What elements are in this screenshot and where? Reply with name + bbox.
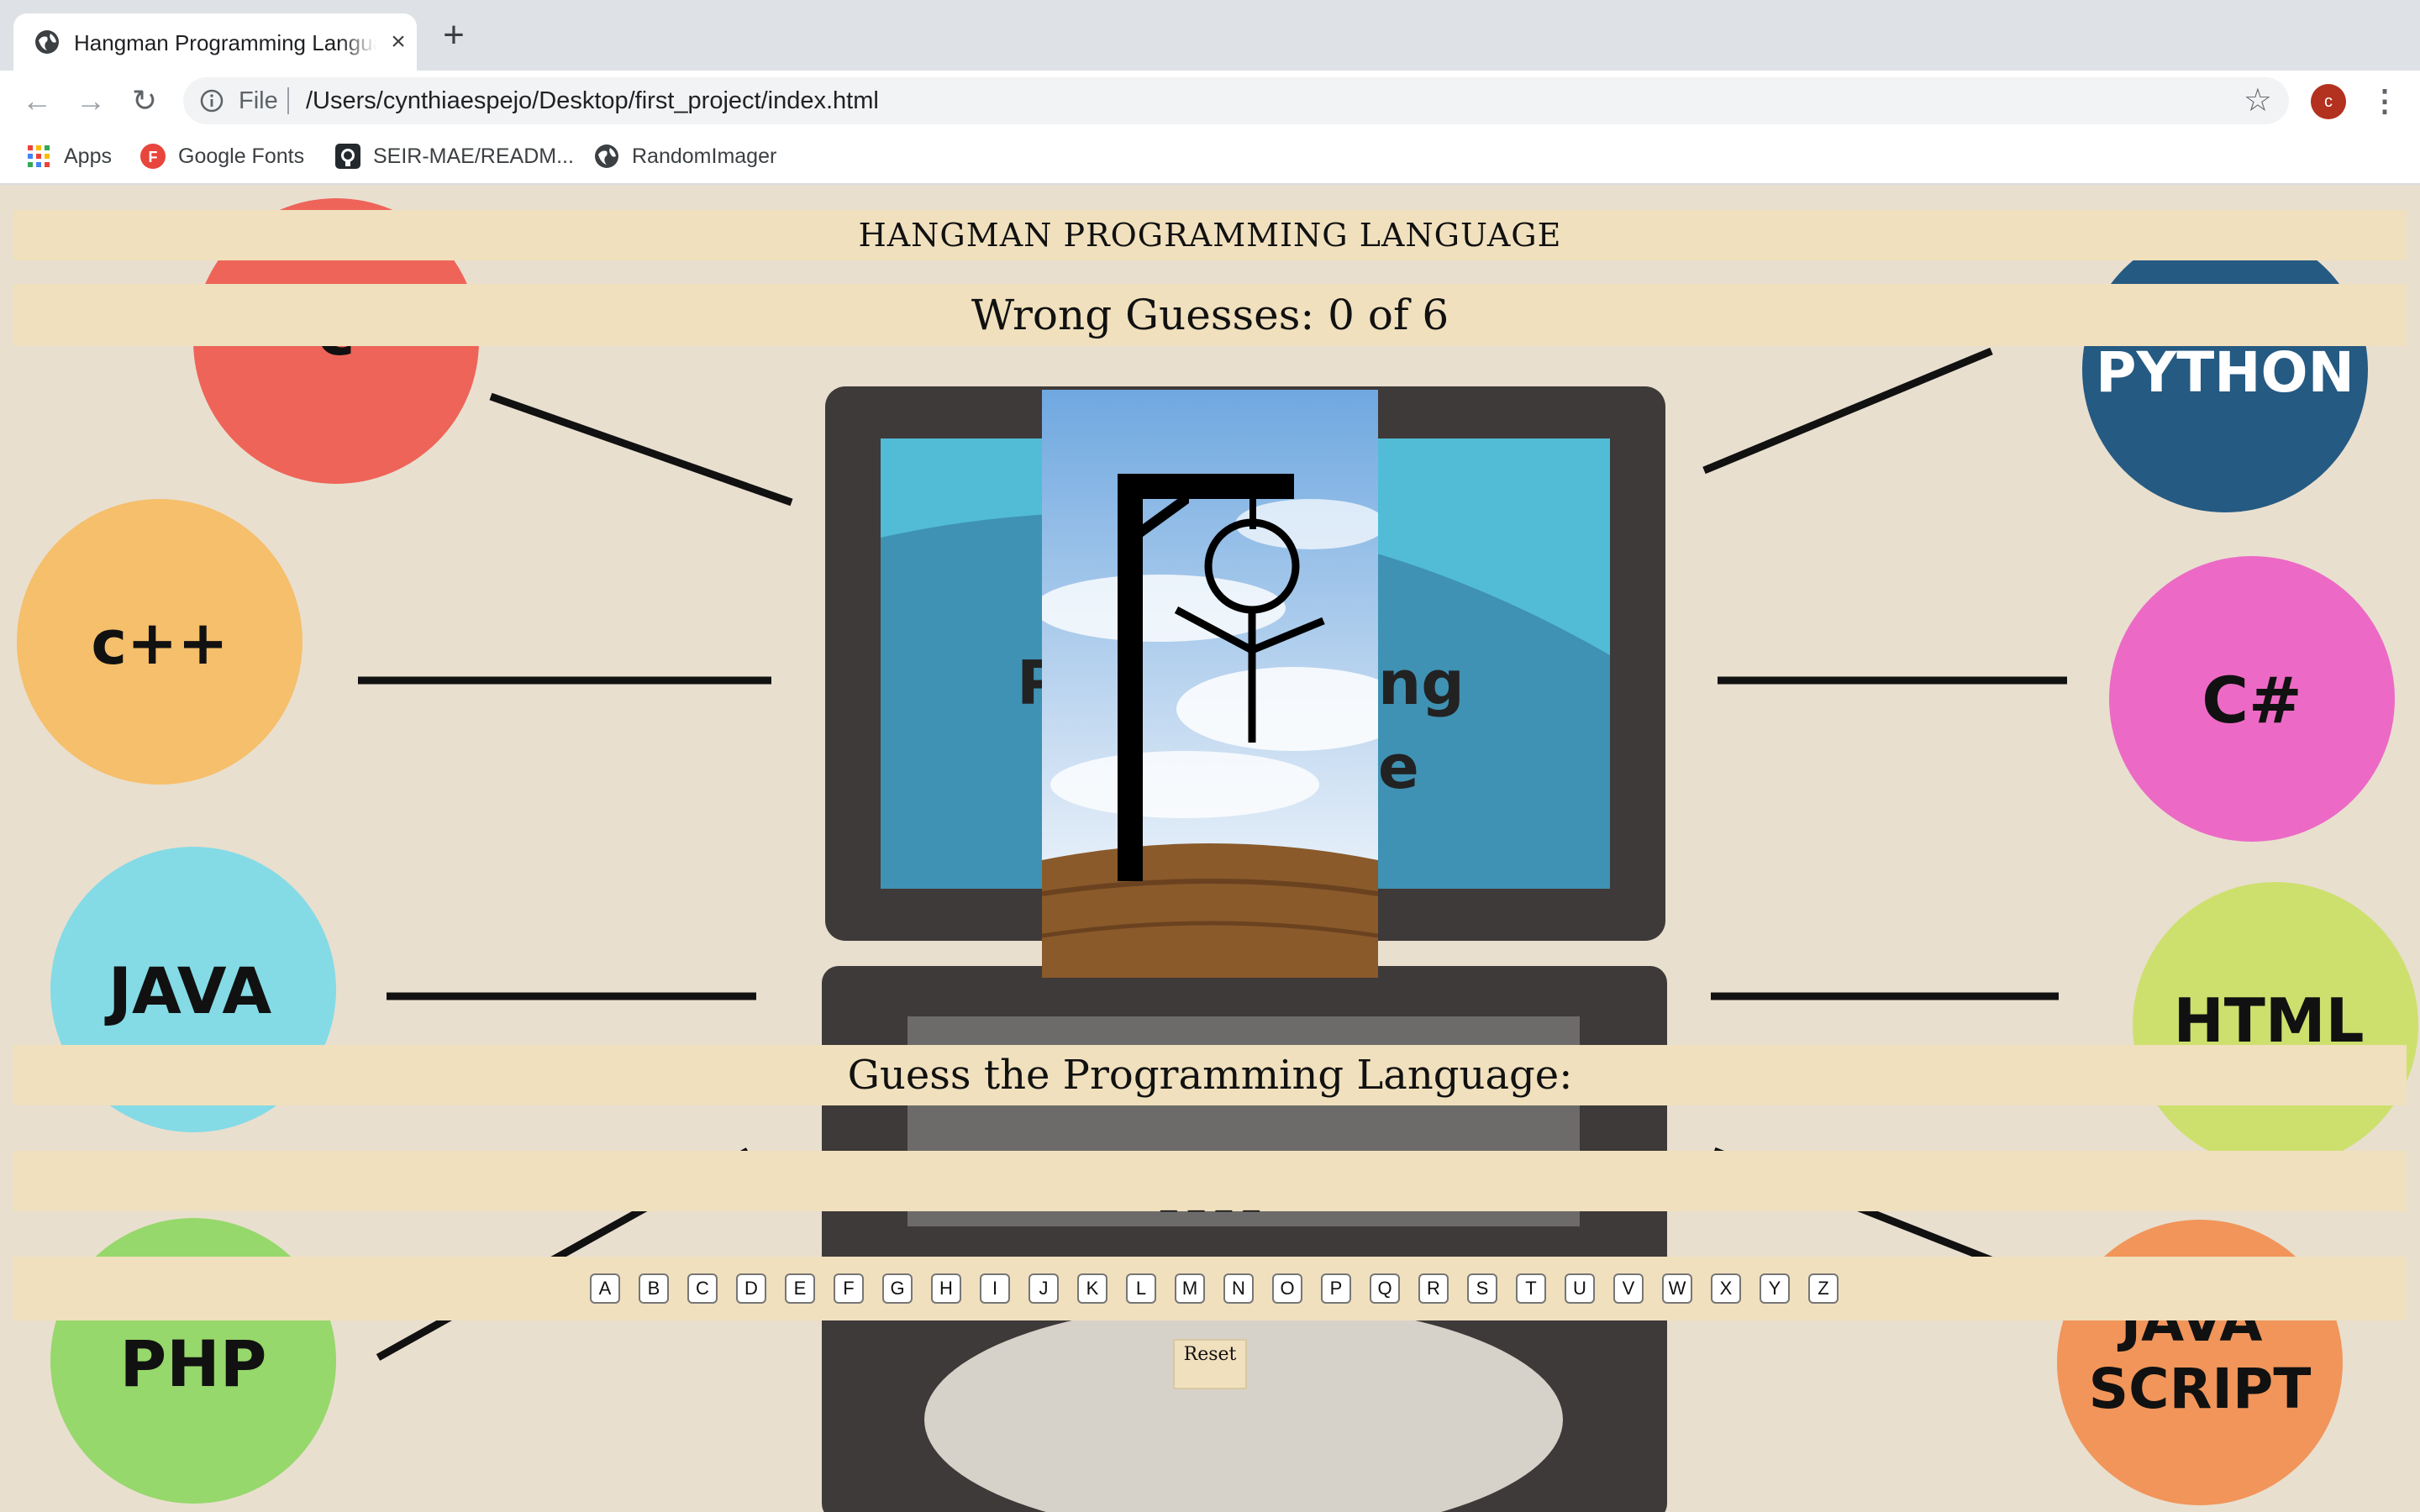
letter-button-a[interactable]: A bbox=[590, 1273, 620, 1304]
letter-button-b[interactable]: B bbox=[639, 1273, 669, 1304]
letter-button-j[interactable]: J bbox=[1028, 1273, 1059, 1304]
browser-chrome: Hangman Programming Language × + ← → ↻ F… bbox=[0, 0, 2420, 185]
tab-title: Hangman Programming Language bbox=[74, 30, 376, 55]
letter-button-x[interactable]: X bbox=[1711, 1273, 1741, 1304]
word-blanks: _ _ _ _ bbox=[13, 1151, 2407, 1212]
letter-button-l[interactable]: L bbox=[1126, 1273, 1156, 1304]
new-tab-button[interactable]: + bbox=[435, 17, 472, 54]
letter-button-s[interactable]: S bbox=[1467, 1273, 1497, 1304]
browser-tab[interactable]: Hangman Programming Language × bbox=[13, 13, 417, 71]
svg-text:F: F bbox=[149, 149, 158, 165]
language-label-javascript-2: SCRIPT bbox=[2089, 1357, 2312, 1421]
wrong-guesses-counter: Wrong Guesses: 0 of 6 bbox=[13, 284, 2407, 346]
language-circle-html: HTML bbox=[2133, 882, 2418, 1168]
google-fonts-icon: F bbox=[140, 144, 166, 169]
laptop-text-right-2: e bbox=[1378, 732, 1419, 802]
language-label-python: PYTHON bbox=[2096, 340, 2354, 405]
reload-button[interactable]: ↻ bbox=[126, 82, 163, 119]
bookmark-label: SEIR-MAE/READM... bbox=[373, 144, 574, 168]
github-icon bbox=[335, 144, 360, 169]
letter-button-o[interactable]: O bbox=[1272, 1273, 1302, 1304]
letter-buttons: A B C D E F G H I J K L M N O P Q R S T … bbox=[590, 1273, 1839, 1304]
letter-button-h[interactable]: H bbox=[931, 1273, 961, 1304]
url-divider bbox=[287, 87, 289, 114]
letter-button-z[interactable]: Z bbox=[1808, 1273, 1839, 1304]
letter-button-y[interactable]: Y bbox=[1760, 1273, 1790, 1304]
letter-button-m[interactable]: M bbox=[1175, 1273, 1205, 1304]
tab-close-icon[interactable]: × bbox=[383, 27, 413, 57]
bookmark-label: RandomImager bbox=[632, 144, 777, 168]
menu-icon[interactable]: ⋮ bbox=[2370, 82, 2400, 119]
letter-button-g[interactable]: G bbox=[882, 1273, 913, 1304]
letter-button-f[interactable]: F bbox=[834, 1273, 864, 1304]
language-label-java: JAVA bbox=[104, 953, 272, 1028]
url-text[interactable]: /Users/cynthiaespejo/Desktop/first_proje… bbox=[306, 86, 879, 116]
profile-avatar[interactable]: c bbox=[2311, 84, 2346, 119]
browser-toolbar: ← → ↻ File /Users/cynthiaespejo/Desktop/… bbox=[0, 71, 2420, 129]
address-bar[interactable]: File /Users/cynthiaespejo/Desktop/first_… bbox=[183, 77, 2289, 124]
reset-button[interactable]: Reset bbox=[1173, 1339, 1247, 1389]
letter-button-i[interactable]: I bbox=[980, 1273, 1010, 1304]
letter-button-p[interactable]: P bbox=[1321, 1273, 1351, 1304]
letter-button-d[interactable]: D bbox=[736, 1273, 766, 1304]
tab-strip: Hangman Programming Language × + bbox=[0, 0, 2420, 71]
language-circle-cpp: c++ bbox=[17, 499, 302, 785]
bookmarks-bar: Apps F Google Fonts SEIR-MAE/READM... Ra… bbox=[0, 129, 2420, 185]
language-label-cpp: c++ bbox=[91, 607, 228, 678]
letter-button-w[interactable]: W bbox=[1662, 1273, 1692, 1304]
letter-button-t[interactable]: T bbox=[1516, 1273, 1546, 1304]
language-label-csharp: C# bbox=[2202, 663, 2302, 738]
page-body: P ng e c c++ JAVA PH bbox=[0, 185, 2420, 1512]
page-title: HANGMAN PROGRAMMING LANGUAGE bbox=[13, 210, 2407, 260]
letters-bar: A B C D E F G H I J K L M N O P Q R S T … bbox=[13, 1257, 2407, 1320]
language-label-php: PHP bbox=[119, 1326, 266, 1401]
bookmark-star-icon[interactable]: ☆ bbox=[2244, 84, 2272, 118]
letter-button-r[interactable]: R bbox=[1418, 1273, 1449, 1304]
info-icon[interactable] bbox=[198, 87, 225, 114]
bookmark-label: Google Fonts bbox=[178, 144, 305, 168]
language-circle-csharp: C# bbox=[2109, 556, 2395, 842]
laptop-text-right: ng bbox=[1378, 648, 1465, 718]
hangman-image bbox=[1042, 390, 1378, 978]
letter-button-n[interactable]: N bbox=[1223, 1273, 1254, 1304]
back-button[interactable]: ← bbox=[18, 82, 55, 119]
letter-button-q[interactable]: Q bbox=[1370, 1273, 1400, 1304]
apps-grid-icon bbox=[28, 145, 50, 167]
letter-button-c[interactable]: C bbox=[687, 1273, 718, 1304]
letter-button-u[interactable]: U bbox=[1565, 1273, 1595, 1304]
language-circle-python: PYTHON bbox=[2082, 227, 2368, 512]
bookmark-label: Apps bbox=[64, 144, 112, 168]
letter-button-v[interactable]: V bbox=[1613, 1273, 1644, 1304]
globe-icon bbox=[595, 144, 618, 168]
letter-button-k[interactable]: K bbox=[1077, 1273, 1107, 1304]
letter-button-e[interactable]: E bbox=[785, 1273, 815, 1304]
forward-button[interactable]: → bbox=[72, 82, 109, 119]
ground bbox=[1042, 843, 1378, 978]
guess-prompt: Guess the Programming Language: bbox=[13, 1045, 2407, 1105]
globe-icon bbox=[35, 30, 59, 54]
url-scheme: File bbox=[239, 87, 278, 114]
